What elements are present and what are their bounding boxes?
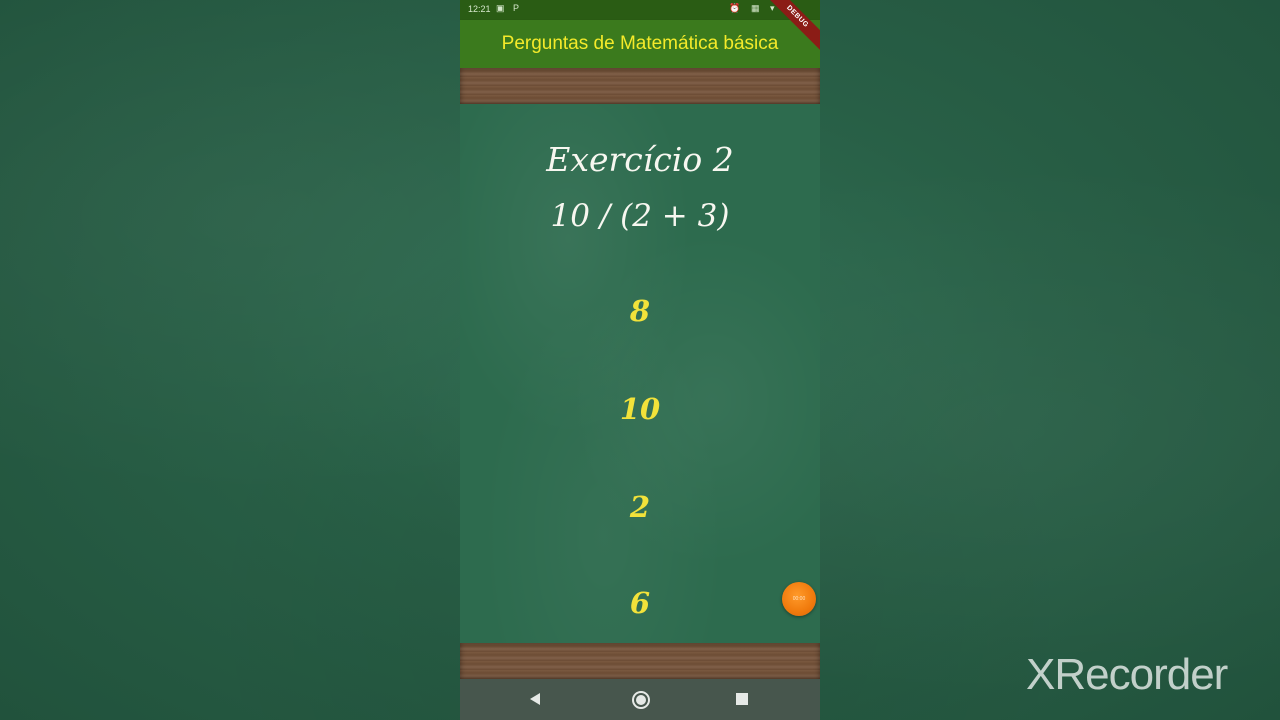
chalkboard: Exercício 2 10 / (2 + 3) 8 10 2 6 — [460, 104, 820, 643]
system-nav-bar — [460, 679, 820, 720]
app-title: Perguntas de Matemática básica — [501, 33, 779, 54]
phone-screen: 12:21 ▣ P ⏰ ▦ ▾ ▮ Perguntas de Matemátic… — [460, 0, 820, 720]
app-bar: Perguntas de Matemática básica — [460, 20, 820, 68]
xrecorder-watermark: XRecorder — [1026, 650, 1228, 699]
nav-recents-button[interactable] — [712, 679, 772, 720]
home-circle-icon — [632, 691, 650, 709]
answer-option-4[interactable]: 6 — [590, 586, 690, 620]
answer-option-1[interactable]: 8 — [590, 294, 690, 328]
question-expression: 10 / (2 + 3) — [550, 198, 730, 234]
status-time: 12:21 — [468, 4, 491, 14]
wood-frame-bottom — [460, 643, 820, 679]
nav-back-button[interactable] — [505, 679, 565, 720]
answer-option-2[interactable]: 10 — [590, 392, 690, 426]
exercise-title: Exercício 2 — [546, 140, 734, 179]
wood-frame-top — [460, 68, 820, 104]
recorder-timer-button[interactable]: 00:00 — [782, 582, 816, 616]
back-triangle-icon — [530, 693, 540, 705]
notification-icons: ▣ P — [496, 3, 523, 13]
recents-square-icon — [736, 693, 748, 705]
status-bar: 12:21 ▣ P ⏰ ▦ ▾ ▮ — [460, 0, 820, 20]
nav-home-button[interactable] — [610, 679, 670, 720]
answer-option-3[interactable]: 2 — [590, 490, 690, 524]
